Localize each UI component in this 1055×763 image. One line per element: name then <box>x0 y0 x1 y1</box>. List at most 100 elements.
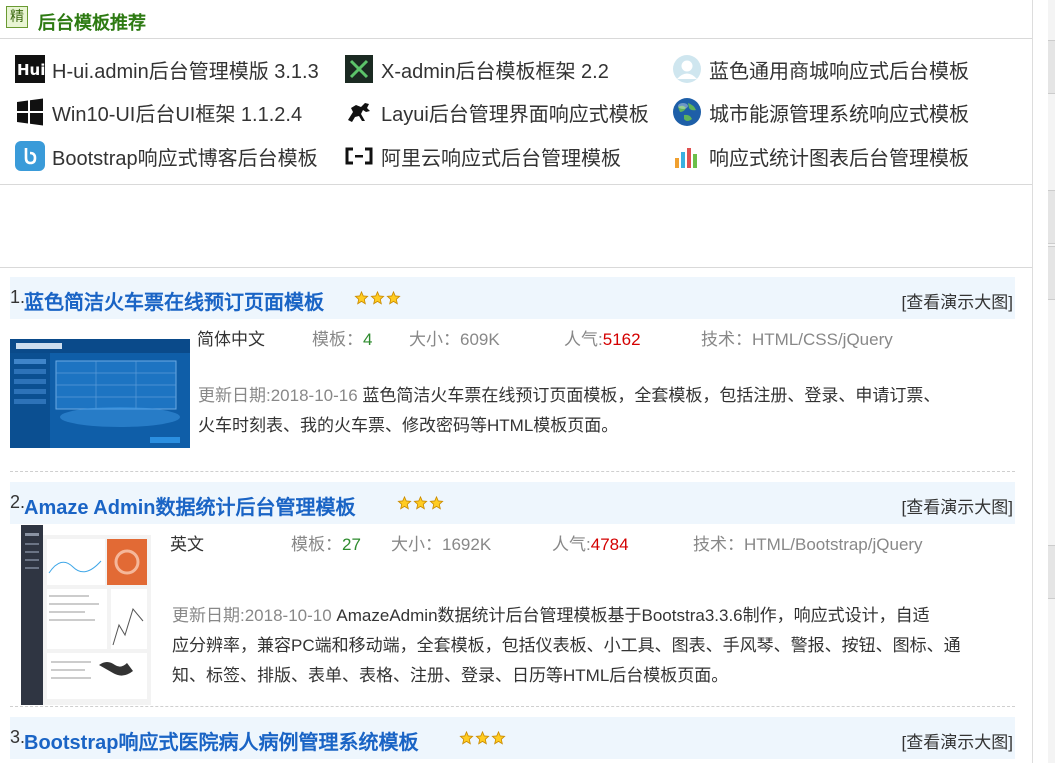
description-line: 应分辨率，兼容PC端和移动端，全套模板，包括仪表板、小工具、图表、手风琴、警报、… <box>172 636 961 655</box>
template-title-link[interactable]: Bootstrap响应式医院病人病例管理系统模板 <box>24 726 418 755</box>
tech-value: HTML/CSS/jQuery <box>752 330 893 349</box>
file-size-value: 609K <box>460 330 500 349</box>
bootstrap-blog-icon <box>15 141 45 171</box>
description-line: 火车时刻表、我的火车票、修改密码等HTML模板页面。 <box>198 416 619 435</box>
language: 英文 <box>170 535 204 554</box>
popularity: 人气:5162 <box>564 325 641 350</box>
popularity-label: 人气: <box>552 535 591 554</box>
content-border <box>1032 0 1033 763</box>
view-demo-link[interactable]: [查看演示大图] <box>902 288 1013 313</box>
link-blue-mall[interactable]: 蓝色通用商城响应式后台模板 <box>672 52 969 86</box>
bar-chart-icon <box>672 141 702 171</box>
star-icon <box>413 495 428 510</box>
template-thumbnail[interactable] <box>10 339 190 448</box>
x-admin-logo-icon <box>344 54 374 84</box>
svg-text:Hui: Hui <box>17 61 45 79</box>
description-line: 蓝色简洁火车票在线预订页面模板，全套模板，包括注册、登录、申请订票、 <box>362 386 941 405</box>
description-line: AmazeAdmin数据统计后台管理模板基于Bootstra3.3.6制作，响应… <box>336 606 930 625</box>
item-meta: 简体中文 <box>197 325 265 350</box>
user-avatar-icon <box>672 54 702 84</box>
ad-placeholder <box>0 185 1032 268</box>
globe-icon <box>672 97 702 127</box>
link-label: 蓝色通用商城响应式后台模板 <box>709 60 969 83</box>
amaze-admin-screenshot <box>21 525 151 705</box>
tech-stack: 技术：HTML/Bootstrap/jQuery <box>693 530 923 555</box>
template-item-header: 3. Bootstrap响应式医院病人病例管理系统模板 [查看演示大图] <box>10 717 1015 759</box>
rail-tab[interactable] <box>1048 545 1055 599</box>
link-label: Bootstrap响应式博客后台模板 <box>52 147 318 170</box>
link-bootstrap-blog[interactable]: Bootstrap响应式博客后台模板 <box>15 139 318 173</box>
file-size-label: 大小： <box>409 330 460 349</box>
train-template-screenshot <box>10 339 190 448</box>
link-label: 阿里云响应式后台管理模板 <box>381 147 621 170</box>
template-thumbnail[interactable] <box>21 525 151 705</box>
file-size-label: 大小： <box>391 535 442 554</box>
rail-tab[interactable] <box>1048 246 1055 300</box>
template-count: 模板：27 <box>291 530 361 555</box>
link-layui[interactable]: Layui后台管理界面响应式模板 <box>344 95 649 129</box>
rating-stars <box>397 495 444 510</box>
link-aliyun[interactable]: 阿里云响应式后台管理模板 <box>344 139 621 173</box>
link-win10-ui[interactable]: Win10-UI后台UI框架 1.1.2.4 <box>15 95 302 129</box>
template-count-value: 27 <box>342 535 361 554</box>
star-icon <box>429 495 444 510</box>
recommended-links: Hui H-ui.admin后台管理模版 3.1.3 X-admin后台模板框架… <box>0 39 1032 185</box>
template-count-label: 模板： <box>291 535 342 554</box>
side-scroll-rail[interactable] <box>1048 0 1055 763</box>
rail-tab[interactable] <box>1048 40 1055 94</box>
item-number: 1. <box>10 287 26 307</box>
file-size: 大小：609K <box>409 325 500 350</box>
popularity-value: 4784 <box>590 535 629 554</box>
link-label: Layui后台管理界面响应式模板 <box>381 103 649 126</box>
horse-icon <box>344 97 374 127</box>
template-item-header: 1. 蓝色简洁火车票在线预订页面模板 [查看演示大图] <box>10 277 1015 319</box>
tech-value: HTML/Bootstrap/jQuery <box>744 535 923 554</box>
view-demo-link[interactable]: [查看演示大图] <box>902 493 1013 518</box>
star-icon <box>459 730 474 745</box>
popularity-value: 5162 <box>602 330 641 349</box>
star-icon <box>370 290 385 305</box>
rail-tab[interactable] <box>1048 190 1055 244</box>
star-icon <box>491 730 506 745</box>
link-hui-admin[interactable]: Hui H-ui.admin后台管理模版 3.1.3 <box>15 52 319 86</box>
star-icon <box>386 290 401 305</box>
item-divider <box>10 706 1015 707</box>
page: 精 后台模板推荐 Hui H-ui.admin后台管理模版 3.1.3 X-ad… <box>0 0 1032 763</box>
template-count-label: 模板： <box>312 330 363 349</box>
hui-logo-icon: Hui <box>15 54 45 84</box>
template-description: 更新日期:2018-10-16 蓝色简洁火车票在线预订页面模板，全套模板，包括注… <box>198 381 1008 441</box>
star-icon <box>475 730 490 745</box>
template-title-link[interactable]: Amaze Admin数据统计后台管理模板 <box>24 491 356 520</box>
popularity-label: 人气: <box>564 330 603 349</box>
link-label: X-admin后台模板框架 2.2 <box>381 60 609 83</box>
link-stats-chart[interactable]: 响应式统计图表后台管理模板 <box>672 139 969 173</box>
link-x-admin[interactable]: X-admin后台模板框架 2.2 <box>344 52 609 86</box>
template-item-header: 2. Amaze Admin数据统计后台管理模板 [查看演示大图] <box>10 482 1015 524</box>
featured-badge: 精 <box>6 6 28 28</box>
star-icon <box>397 495 412 510</box>
windows-logo-icon <box>15 97 45 127</box>
link-label: 城市能源管理系统响应式模板 <box>709 103 969 126</box>
aliyun-logo-icon <box>344 141 374 171</box>
template-count: 模板：4 <box>312 325 372 350</box>
description-line: 知、标签、排版、表单、表格、注册、登录、日历等HTML后台模板页面。 <box>172 666 729 685</box>
star-icon <box>354 290 369 305</box>
update-date: 更新日期:2018-10-10 <box>172 606 332 625</box>
item-divider <box>10 471 1015 472</box>
link-city-energy[interactable]: 城市能源管理系统响应式模板 <box>672 95 969 129</box>
item-number: 3. <box>10 727 26 747</box>
tech-label: 技术： <box>701 330 752 349</box>
popularity: 人气:4784 <box>552 530 629 555</box>
link-label: H-ui.admin后台管理模版 3.1.3 <box>52 60 319 83</box>
rating-stars <box>459 730 506 745</box>
section-title: 后台模板推荐 <box>38 13 146 33</box>
template-title-link[interactable]: 蓝色简洁火车票在线预订页面模板 <box>24 286 324 315</box>
update-date: 更新日期:2018-10-16 <box>198 386 358 405</box>
item-number: 2. <box>10 492 26 512</box>
file-size-value: 1692K <box>442 535 492 554</box>
section-header: 精 后台模板推荐 <box>0 0 1032 39</box>
file-size: 大小：1692K <box>391 530 491 555</box>
view-demo-link[interactable]: [查看演示大图] <box>902 728 1013 753</box>
template-count-value: 4 <box>363 330 373 349</box>
tech-label: 技术： <box>693 535 744 554</box>
